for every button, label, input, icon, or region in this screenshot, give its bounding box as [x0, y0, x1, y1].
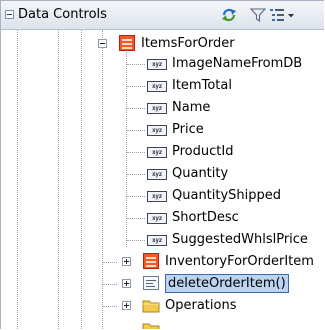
node-label: ItemsForOrder	[141, 36, 235, 51]
attribute-icon: xyz	[147, 81, 167, 92]
tree-connector-line	[127, 130, 145, 131]
attribute-icon: xyz	[147, 235, 167, 246]
expand-toggle-icon[interactable]	[122, 257, 131, 266]
attribute-icon: xyz	[147, 191, 167, 202]
menu-dropdown-icon[interactable]	[269, 7, 297, 23]
collapse-panel-icon[interactable]	[5, 10, 14, 19]
node-label-selected: deleteOrderItem()	[165, 274, 289, 293]
collapse-toggle-icon[interactable]	[98, 39, 107, 48]
node-label: Operations	[165, 298, 237, 313]
tree-connector-line	[127, 108, 145, 109]
method-icon	[143, 276, 159, 290]
tree-connector-line	[127, 174, 145, 175]
collection-icon	[143, 253, 159, 269]
attribute-icon: xyz	[147, 147, 167, 158]
attribute-label: Price	[172, 122, 204, 137]
tree-connector-line	[103, 284, 117, 285]
tree-connector-line	[127, 218, 145, 219]
folder-icon	[142, 323, 160, 329]
tree-node-attribute[interactable]: xyz ProductId	[1, 142, 324, 162]
attribute-label: ItemTotal	[172, 78, 232, 93]
attribute-label: ProductId	[172, 144, 234, 159]
tree-connector-line	[127, 240, 145, 241]
attribute-icon: xyz	[147, 213, 167, 224]
data-controls-tree: ItemsForOrder xyz ImageNameFromDB xyz It…	[1, 30, 324, 329]
tree-node-inventory-for-order-item[interactable]: InventoryForOrderItem	[1, 252, 324, 272]
attribute-label: QuantityShipped	[172, 188, 282, 203]
expand-toggle-icon[interactable]	[122, 279, 131, 288]
attribute-label: SuggestedWhlslPrice	[172, 232, 308, 247]
tree-connector-line	[127, 152, 145, 153]
tree-node-attribute[interactable]: xyz Name	[1, 98, 324, 118]
node-label: InventoryForOrderItem	[165, 254, 314, 269]
tree-node-operations[interactable]: Operations	[1, 296, 324, 316]
tree-node-attribute[interactable]: xyz Price	[1, 120, 324, 140]
attribute-icon: xyz	[147, 169, 167, 180]
tree-connector-line	[103, 262, 117, 263]
expand-toggle-icon[interactable]	[122, 301, 131, 310]
tree-connector-line	[103, 306, 117, 307]
tree-node-attribute[interactable]: xyz QuantityShipped	[1, 186, 324, 206]
attribute-label: ShortDesc	[172, 210, 239, 225]
panel-title: Data Controls	[18, 7, 107, 22]
attribute-icon: xyz	[147, 59, 167, 70]
collection-icon	[119, 35, 135, 51]
tree-connector-line	[127, 196, 145, 197]
tree-node-attribute[interactable]: xyz ImageNameFromDB	[1, 54, 324, 74]
attribute-icon: xyz	[147, 125, 167, 136]
folder-icon	[142, 300, 160, 313]
tree-node-attribute[interactable]: xyz ItemTotal	[1, 76, 324, 96]
attribute-label: ImageNameFromDB	[172, 56, 303, 71]
tree-node-items-for-order[interactable]: ItemsForOrder	[1, 34, 324, 54]
tree-node-delete-order-item[interactable]: deleteOrderItem()	[1, 274, 324, 294]
tree-connector-line	[127, 64, 145, 65]
refresh-icon[interactable]	[220, 6, 238, 24]
tree-node-attribute[interactable]: xyz SuggestedWhlslPrice	[1, 230, 324, 250]
tree-node-attribute[interactable]: xyz Quantity	[1, 164, 324, 184]
tree-connector-line	[127, 86, 145, 87]
filter-icon[interactable]	[250, 7, 266, 23]
attribute-icon: xyz	[147, 103, 167, 114]
attribute-label: Name	[172, 100, 211, 115]
panel-header: Data Controls	[1, 1, 324, 30]
attribute-label: Quantity	[172, 166, 229, 181]
tree-node-attribute[interactable]: xyz ShortDesc	[1, 208, 324, 228]
data-controls-panel: Data Controls ItemsForOrder xyz ImageNam…	[0, 0, 324, 329]
